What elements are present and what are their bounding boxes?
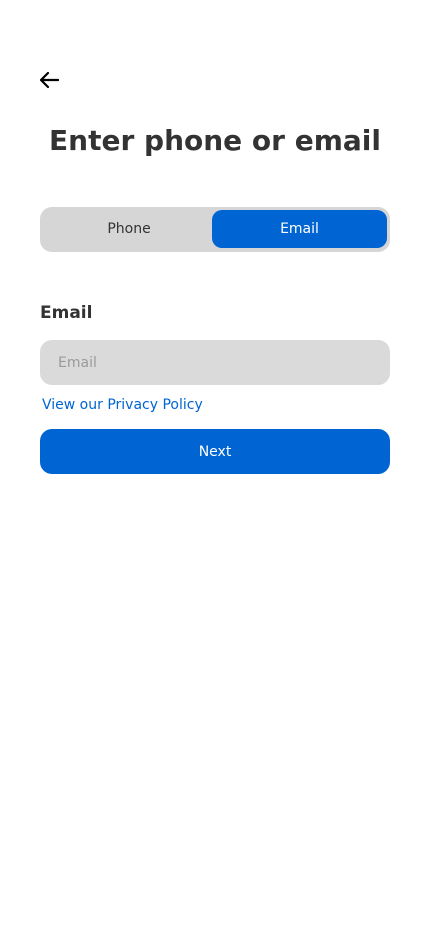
privacy-policy-link[interactable]: View our Privacy Policy <box>42 396 203 414</box>
arrow-left-icon <box>39 71 60 89</box>
email-label: Email <box>40 303 93 323</box>
page-title: Enter phone or email <box>49 124 381 157</box>
contact-method-toggle: Phone Email <box>40 207 390 252</box>
email-input[interactable] <box>40 340 390 385</box>
tab-email[interactable]: Email <box>212 210 387 248</box>
tab-phone[interactable]: Phone <box>43 210 215 248</box>
next-button[interactable]: Next <box>40 429 390 474</box>
back-button[interactable] <box>36 67 62 93</box>
